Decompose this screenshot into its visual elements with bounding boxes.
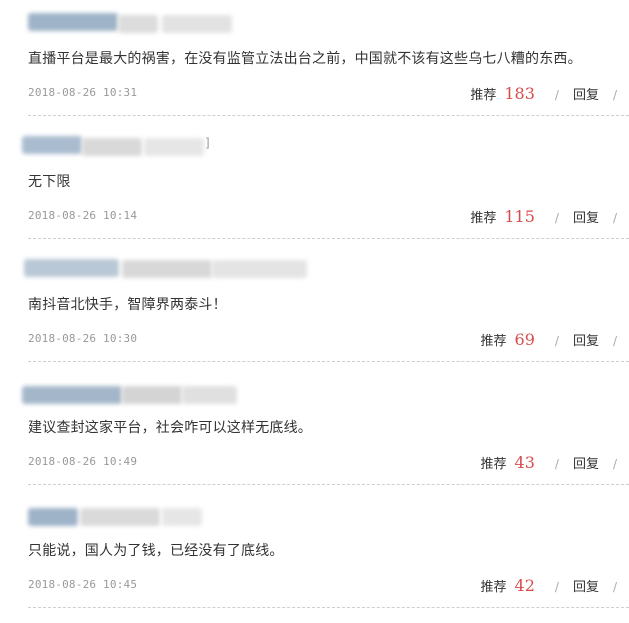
comment-text: 南抖音北快手，智障界两泰斗！ xyxy=(28,297,227,313)
action-separator: / xyxy=(612,211,617,225)
recommend-button[interactable]: 推荐 xyxy=(470,207,496,226)
comment-actions: 推荐 115 / 回复 / xyxy=(470,207,617,229)
recommend-count: 69 xyxy=(514,330,535,349)
comment-text: 无下限 xyxy=(28,174,71,190)
action-separator: / xyxy=(612,88,617,102)
comment-timestamp: 2018-08-26 10:31 xyxy=(28,86,138,99)
action-separator: / xyxy=(554,580,559,594)
action-separator: / xyxy=(554,88,559,102)
comment-timestamp: 2018-08-26 10:14 xyxy=(28,209,138,222)
recommend-count: 183 xyxy=(504,84,535,103)
comment-text: 直播平台是最大的祸害，在没有监管立法出台之前，中国就不该有这些乌七八糟的东西。 xyxy=(28,51,582,67)
comment-list: 直播平台是最大的祸害，在没有监管立法出台之前，中国就不该有这些乌七八糟的东西。 … xyxy=(0,0,629,623)
comment-item: ] 无下限 2018-08-26 10:14 推荐 115 / 回复 / xyxy=(0,123,629,246)
reply-button[interactable]: 回复 xyxy=(573,207,599,226)
recommend-button[interactable]: 推荐 xyxy=(481,576,507,595)
recommend-count: 42 xyxy=(514,576,535,595)
comment-timestamp: 2018-08-26 10:30 xyxy=(28,332,138,345)
reply-button[interactable]: 回复 xyxy=(573,576,599,595)
action-separator: / xyxy=(554,334,559,348)
comment-text: 建议查封这家平台，社会咋可以这样无底线。 xyxy=(28,420,312,436)
recommend-count: 43 xyxy=(514,453,535,472)
comment-divider xyxy=(28,115,629,116)
comment-text: 只能说，国人为了钱，已经没有了底线。 xyxy=(28,543,284,559)
comment-item: 直播平台是最大的祸害，在没有监管立法出台之前，中国就不该有这些乌七八糟的东西。 … xyxy=(0,0,629,123)
comment-item: 建议查封这家平台，社会咋可以这样无底线。 2018-08-26 10:49 推荐… xyxy=(0,369,629,492)
comment-item: 南抖音北快手，智障界两泰斗！ 2018-08-26 10:30 推荐 69 / … xyxy=(0,246,629,369)
comment-actions: 推荐 42 / 回复 / xyxy=(481,576,617,598)
action-separator: / xyxy=(554,211,559,225)
comment-actions: 推荐 69 / 回复 / xyxy=(481,330,617,352)
action-separator: / xyxy=(612,457,617,471)
comment-item: 只能说，国人为了钱，已经没有了底线。 2018-08-26 10:45 推荐 4… xyxy=(0,492,629,615)
reply-button[interactable]: 回复 xyxy=(573,330,599,349)
blurred-bracket: ] xyxy=(205,136,210,150)
comment-timestamp: 2018-08-26 10:45 xyxy=(28,578,138,591)
comment-timestamp: 2018-08-26 10:49 xyxy=(28,455,138,468)
comment-divider xyxy=(28,607,629,608)
comment-divider xyxy=(28,484,629,485)
comment-actions: 推荐 183 / 回复 / xyxy=(470,84,617,106)
action-separator: / xyxy=(554,457,559,471)
comment-actions: 推荐 43 / 回复 / xyxy=(481,453,617,475)
comment-divider xyxy=(28,238,629,239)
action-separator: / xyxy=(612,334,617,348)
recommend-button[interactable]: 推荐 xyxy=(481,330,507,349)
recommend-count: 115 xyxy=(504,207,535,226)
reply-button[interactable]: 回复 xyxy=(573,453,599,472)
reply-button[interactable]: 回复 xyxy=(573,84,599,103)
comment-divider xyxy=(28,361,629,362)
action-separator: / xyxy=(612,580,617,594)
recommend-button[interactable]: 推荐 xyxy=(470,84,496,103)
recommend-button[interactable]: 推荐 xyxy=(481,453,507,472)
